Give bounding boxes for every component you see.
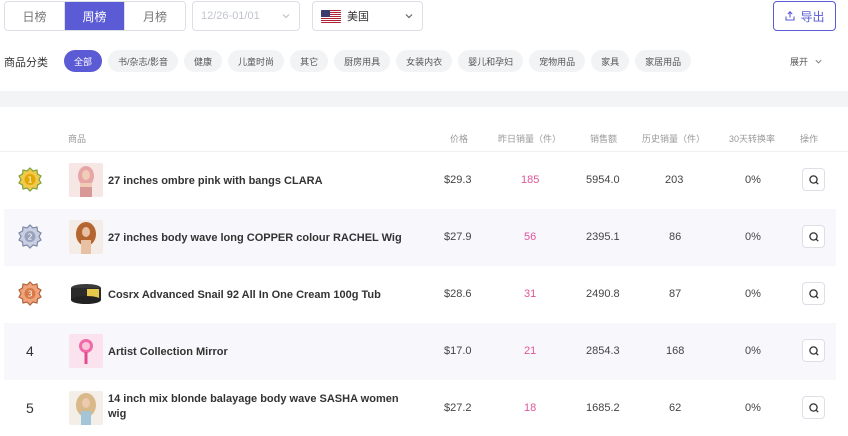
- search-icon: [808, 174, 819, 185]
- yesterday-sales: 18: [524, 402, 537, 414]
- product-name[interactable]: Cosrx Advanced Snail 92 All In One Cream…: [108, 288, 408, 303]
- chip-all[interactable]: 全部: [64, 50, 103, 72]
- conversion-rate: 0%: [745, 345, 761, 357]
- export-label: 导出: [800, 9, 825, 24]
- table-row: 5 14 inch mix blonde balayage body wave …: [4, 380, 836, 436]
- tab-daily[interactable]: 日榜: [5, 2, 65, 30]
- bronze-medal-icon: 3: [18, 281, 42, 306]
- header-product: 商品: [68, 134, 87, 144]
- svg-text:3: 3: [27, 290, 32, 299]
- country-label: 美国: [347, 11, 369, 23]
- chip-baby-maternity[interactable]: 婴儿和孕妇: [458, 50, 524, 72]
- price: $27.9: [444, 231, 472, 243]
- chip-other[interactable]: 其它: [290, 50, 329, 72]
- price: $27.2: [444, 402, 472, 414]
- period-tab-group: 日榜 周榜 月榜: [4, 1, 186, 31]
- section-divider: [0, 91, 848, 107]
- search-icon: [808, 288, 819, 299]
- chip-womens-wear[interactable]: 女装内衣: [396, 50, 453, 72]
- date-range-placeholder: 12/26-01/01: [201, 10, 260, 22]
- category-label: 商品分类: [4, 57, 48, 69]
- expand-label: 展开: [790, 57, 809, 67]
- chip-kitchen[interactable]: 厨房用具: [334, 50, 391, 72]
- sales-amount: 2854.3: [586, 345, 620, 357]
- header-conversion: 30天转换率: [729, 134, 776, 144]
- conversion-rate: 0%: [745, 402, 761, 414]
- header-action: 操作: [800, 134, 819, 144]
- price: $29.3: [444, 174, 472, 186]
- conversion-rate: 0%: [745, 174, 761, 186]
- product-name[interactable]: 14 inch mix blonde balayage body wave SA…: [108, 392, 408, 422]
- date-range-select[interactable]: 12/26-01/01: [192, 1, 300, 31]
- view-detail-button[interactable]: [802, 396, 825, 419]
- conversion-rate: 0%: [745, 231, 761, 243]
- table-row: 1 27 inches ombre pink with bangs CLARA …: [4, 152, 836, 209]
- product-name[interactable]: 27 inches ombre pink with bangs CLARA: [108, 174, 408, 189]
- rank-number: 4: [26, 343, 34, 359]
- view-detail-button[interactable]: [802, 225, 825, 248]
- table-header: 商品 价格 昨日销量（件） 销售额 历史销量（件） 30天转换率 操作: [0, 126, 848, 152]
- search-icon: [808, 402, 819, 413]
- search-icon: [808, 345, 819, 356]
- product-thumbnail[interactable]: [69, 334, 103, 368]
- table-row: 2 27 inches body wave long COPPER colour…: [4, 209, 836, 266]
- chip-home[interactable]: 家居用品: [635, 50, 692, 72]
- history-sales: 62: [669, 402, 682, 414]
- history-sales: 203: [665, 174, 684, 186]
- product-name[interactable]: 27 inches body wave long COPPER colour R…: [108, 231, 408, 246]
- sales-amount: 5954.0: [586, 174, 620, 186]
- header-yesterday-sales: 昨日销量（件）: [498, 134, 562, 144]
- product-thumbnail[interactable]: [69, 220, 103, 254]
- header-history-sales: 历史销量（件）: [642, 134, 706, 144]
- product-name[interactable]: Artist Collection Mirror: [108, 345, 408, 360]
- chip-kids-fashion[interactable]: 儿童时尚: [228, 50, 285, 72]
- chip-furniture[interactable]: 家具: [591, 50, 630, 72]
- chevron-down-icon: [282, 14, 290, 19]
- search-icon: [808, 231, 819, 242]
- export-icon: [785, 11, 796, 21]
- chevron-down-icon: [815, 59, 822, 64]
- gold-medal-icon: 1: [18, 167, 42, 192]
- svg-text:1: 1: [27, 176, 32, 185]
- header-price: 价格: [450, 134, 469, 144]
- yesterday-sales: 56: [524, 231, 537, 243]
- rank-number: 5: [26, 400, 34, 416]
- svg-text:2: 2: [27, 233, 32, 242]
- sales-amount: 2490.8: [586, 288, 620, 300]
- header-sales-amount: 销售额: [590, 134, 618, 144]
- export-button[interactable]: 导出: [773, 1, 836, 31]
- tab-monthly[interactable]: 月榜: [125, 2, 185, 30]
- chip-health[interactable]: 健康: [184, 50, 223, 72]
- conversion-rate: 0%: [745, 288, 761, 300]
- category-filter-row: 商品分类 全部 书/杂志/影音 健康 儿童时尚 其它 厨房用具 女装内衣 婴儿和…: [0, 48, 848, 74]
- chevron-down-icon: [405, 14, 413, 19]
- product-thumbnail[interactable]: [69, 277, 103, 311]
- tab-weekly[interactable]: 周榜: [65, 2, 125, 30]
- chip-pet[interactable]: 宠物用品: [529, 50, 586, 72]
- expand-toggle[interactable]: 展开: [790, 55, 823, 68]
- product-thumbnail[interactable]: [69, 391, 103, 425]
- product-thumbnail[interactable]: [69, 163, 103, 197]
- silver-medal-icon: 2: [18, 224, 42, 249]
- history-sales: 168: [666, 345, 685, 357]
- sales-amount: 1685.2: [586, 402, 620, 414]
- view-detail-button[interactable]: [802, 168, 825, 191]
- sales-amount: 2395.1: [586, 231, 620, 243]
- table-row: 4 Artist Collection Mirror $17.0 21 2854…: [4, 323, 836, 380]
- history-sales: 86: [669, 231, 682, 243]
- yesterday-sales: 31: [524, 288, 537, 300]
- yesterday-sales: 185: [521, 174, 540, 186]
- view-detail-button[interactable]: [802, 339, 825, 362]
- view-detail-button[interactable]: [802, 282, 825, 305]
- table-row: 3 Cosrx Advanced Snail 92 All In One Cre…: [4, 266, 836, 323]
- price: $28.6: [444, 288, 472, 300]
- chip-books[interactable]: 书/杂志/影音: [108, 50, 179, 72]
- top-toolbar: 日榜 周榜 月榜 12/26-01/01 美国 导出: [0, 0, 848, 34]
- category-chips: 全部 书/杂志/影音 健康 儿童时尚 其它 厨房用具 女装内衣 婴儿和孕妇 宠物…: [64, 50, 692, 72]
- price: $17.0: [444, 345, 472, 357]
- country-select[interactable]: 美国: [312, 1, 423, 31]
- us-flag-icon: [321, 9, 341, 23]
- history-sales: 87: [669, 288, 682, 300]
- yesterday-sales: 21: [524, 345, 537, 357]
